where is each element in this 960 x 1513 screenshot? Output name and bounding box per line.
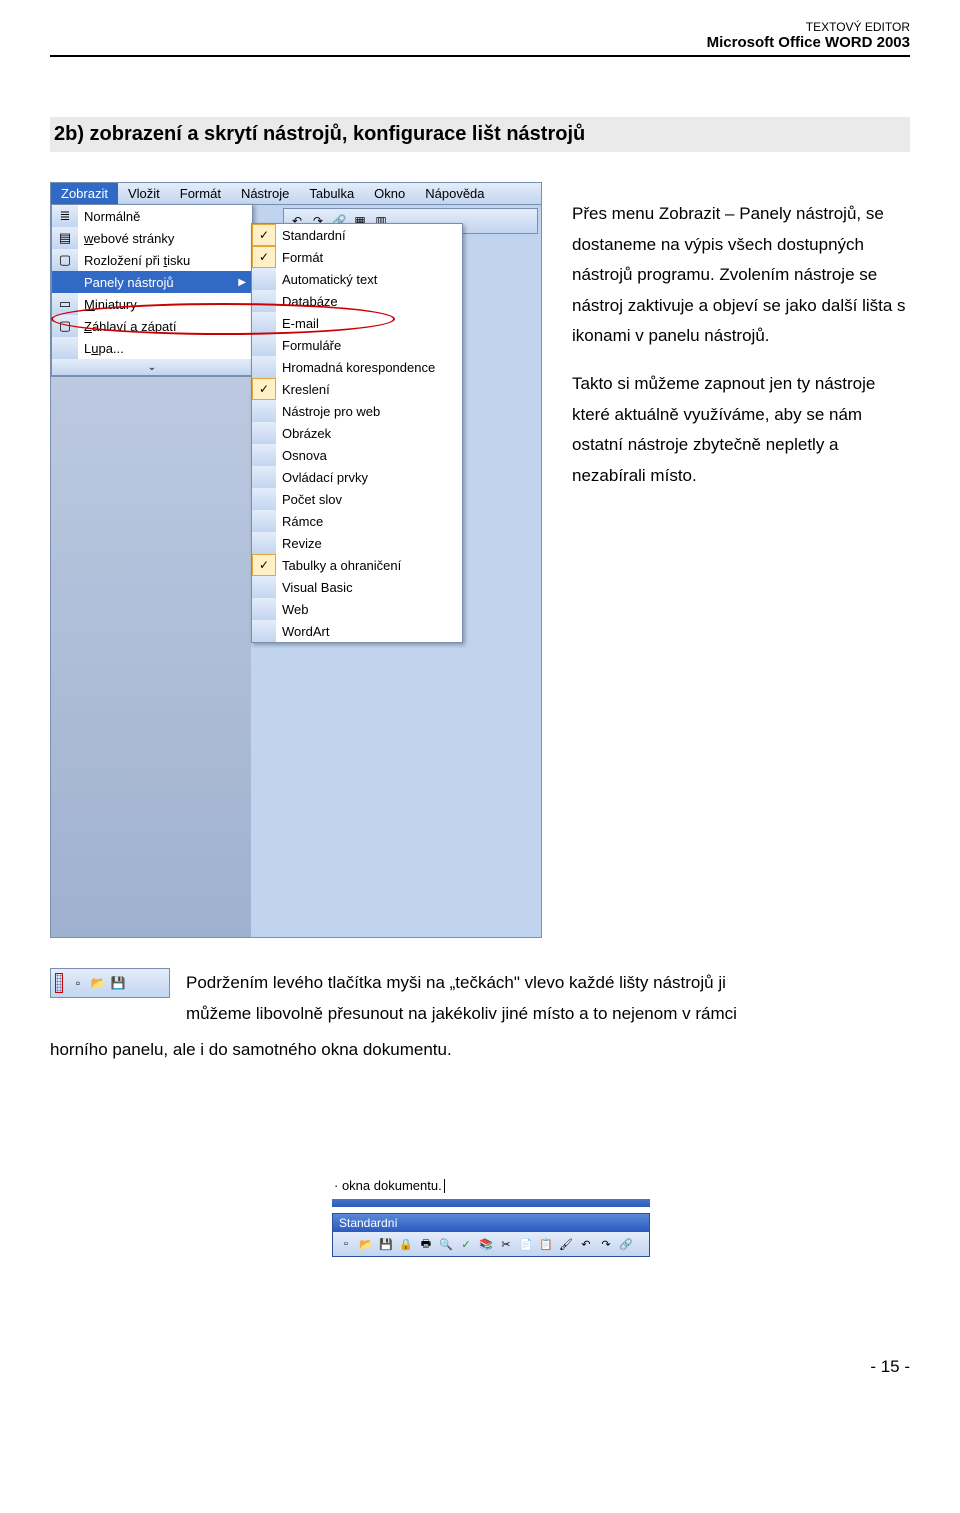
submenu-revize[interactable]: Revize — [252, 532, 462, 554]
new-doc-icon[interactable]: ▫ — [69, 974, 87, 992]
permission-icon[interactable]: 🔒 — [397, 1235, 415, 1253]
header-small: TEXTOVÝ EDITOR — [50, 20, 910, 34]
grip-dots-icon[interactable] — [55, 973, 63, 993]
spell-icon[interactable]: ✓ — [457, 1235, 475, 1253]
new-doc-icon[interactable]: ▫ — [337, 1235, 355, 1253]
menu-okno[interactable]: Okno — [364, 183, 415, 204]
submenu-wordart[interactable]: WordArt — [252, 620, 462, 642]
paragraph-3b: můžeme libovolně přesunout na jakékoliv … — [186, 999, 910, 1030]
undo-icon[interactable]: ↶ — [577, 1235, 595, 1253]
expand-menu-icon[interactable]: ⌄ — [52, 359, 252, 375]
preview-icon[interactable]: 🔍 — [437, 1235, 455, 1253]
doc-fragment-text: · okna dokumentu. — [310, 1176, 650, 1200]
open-icon[interactable]: 📂 — [357, 1235, 375, 1253]
submenu-visualbasic[interactable]: Visual Basic — [252, 576, 462, 598]
check-icon: ✓ — [252, 378, 276, 400]
check-icon: ✓ — [252, 246, 276, 268]
menu-item-zahlavi[interactable]: ▢ Záhlaví a zápatí — [52, 315, 252, 337]
menu-item-miniatury[interactable]: ▭ Miniatury — [52, 293, 252, 315]
hyperlink-icon[interactable]: 🔗 — [617, 1235, 635, 1253]
web-layout-icon: ▤ — [52, 227, 78, 249]
menubar: Zobrazit Vložit Formát Nástroje Tabulka … — [51, 183, 541, 205]
submenu-obrazek[interactable]: Obrázek — [252, 422, 462, 444]
check-icon: ✓ — [252, 224, 276, 246]
submenu-hromadna[interactable]: Hromadná korespondence — [252, 356, 462, 378]
print-layout-icon: ▢ — [52, 249, 78, 271]
lines-icon: ≣ — [52, 205, 78, 227]
page-number: - 15 - — [50, 1357, 910, 1377]
redo-icon[interactable]: ↷ — [597, 1235, 615, 1253]
open-icon[interactable]: 📂 — [89, 974, 107, 992]
menu-nastroje[interactable]: Nástroje — [231, 183, 299, 204]
submenu-nastroje-web[interactable]: Nástroje pro web — [252, 400, 462, 422]
submenu-standardni[interactable]: ✓Standardní — [252, 224, 462, 246]
menu-item-lupa[interactable]: Lupa... — [52, 337, 252, 359]
menu-item-rozlozeni-tisk[interactable]: ▢ Rozložení při tisku — [52, 249, 252, 271]
print-icon[interactable]: 🖶 — [417, 1235, 435, 1253]
research-icon[interactable]: 📚 — [477, 1235, 495, 1253]
submenu-databaze[interactable]: Databáze — [252, 290, 462, 312]
submenu-ramce[interactable]: Rámce — [252, 510, 462, 532]
header-footer-icon: ▢ — [52, 315, 78, 337]
submenu-formulare[interactable]: Formuláře — [252, 334, 462, 356]
workspace-filler — [51, 376, 251, 937]
main-dropdown[interactable]: ≣ Normálně ▤ webové stránky ▢ Rozložení … — [51, 204, 253, 376]
submenu-kresleni[interactable]: ✓Kreslení — [252, 378, 462, 400]
copy-icon[interactable]: 📄 — [517, 1235, 535, 1253]
submenu-prvky[interactable]: Ovládací prvky — [252, 466, 462, 488]
screenshot-menu: Zobrazit Vložit Formát Nástroje Tabulka … — [50, 182, 542, 938]
paragraph-3a: Podržením levého tlačítka myši na „tečká… — [186, 968, 910, 999]
submenu-tabulky[interactable]: ✓Tabulky a ohraničení — [252, 554, 462, 576]
header-title: Microsoft Office WORD 2003 — [50, 34, 910, 51]
menu-vlozit[interactable]: Vložit — [118, 183, 170, 204]
submenu-format[interactable]: ✓Formát — [252, 246, 462, 268]
check-icon: ✓ — [252, 554, 276, 576]
save-icon[interactable]: 💾 — [109, 974, 127, 992]
floating-title[interactable]: Standardní — [333, 1214, 649, 1232]
menu-tabulka[interactable]: Tabulka — [299, 183, 364, 204]
thumbnails-icon: ▭ — [52, 293, 78, 315]
floating-buttons: ▫ 📂 💾 🔒 🖶 🔍 ✓ 📚 ✂ 📄 📋 🖌 ↶ ↷ 🔗 — [333, 1232, 649, 1256]
paste-icon[interactable]: 📋 — [537, 1235, 555, 1253]
cut-icon[interactable]: ✂ — [497, 1235, 515, 1253]
submenu-osnova[interactable]: Osnova — [252, 444, 462, 466]
format-painter-icon[interactable]: 🖌 — [557, 1235, 575, 1253]
submenu-email[interactable]: E-mail — [252, 312, 462, 334]
header-rule — [50, 55, 910, 57]
grip-toolbar: ▫ 📂 💾 — [50, 968, 170, 998]
toolbars-submenu[interactable]: ✓Standardní ✓Formát Automatický text Dat… — [251, 223, 463, 643]
ruler-bar — [332, 1199, 650, 1207]
paragraph-2: Takto si můžeme zapnout jen ty nástroje … — [572, 369, 910, 491]
menu-item-normalne[interactable]: ≣ Normálně — [52, 205, 252, 227]
menu-zobrazit[interactable]: Zobrazit — [51, 183, 118, 204]
paragraph-3c: horního panelu, ale i do samotného okna … — [50, 1035, 910, 1066]
floating-toolbar-illustration: · okna dokumentu. Standardní ▫ 📂 💾 🔒 🖶 🔍… — [310, 1176, 650, 1258]
save-icon[interactable]: 💾 — [377, 1235, 395, 1253]
submenu-arrow-icon: ▶ — [238, 277, 246, 288]
submenu-pocetslov[interactable]: Počet slov — [252, 488, 462, 510]
paragraph-1: Přes menu Zobrazit – Panely nástrojů, se… — [572, 199, 910, 352]
submenu-autotext[interactable]: Automatický text — [252, 268, 462, 290]
section-title: 2b) zobrazení a skrytí nástrojů, konfigu… — [50, 117, 910, 152]
menu-item-panely-nastroju[interactable]: Panely nástrojů ▶ — [52, 271, 252, 293]
submenu-web[interactable]: Web — [252, 598, 462, 620]
menu-item-rozlozeni-web[interactable]: ▤ webové stránky — [52, 227, 252, 249]
menu-napoveda[interactable]: Nápověda — [415, 183, 494, 204]
menu-format[interactable]: Formát — [170, 183, 231, 204]
